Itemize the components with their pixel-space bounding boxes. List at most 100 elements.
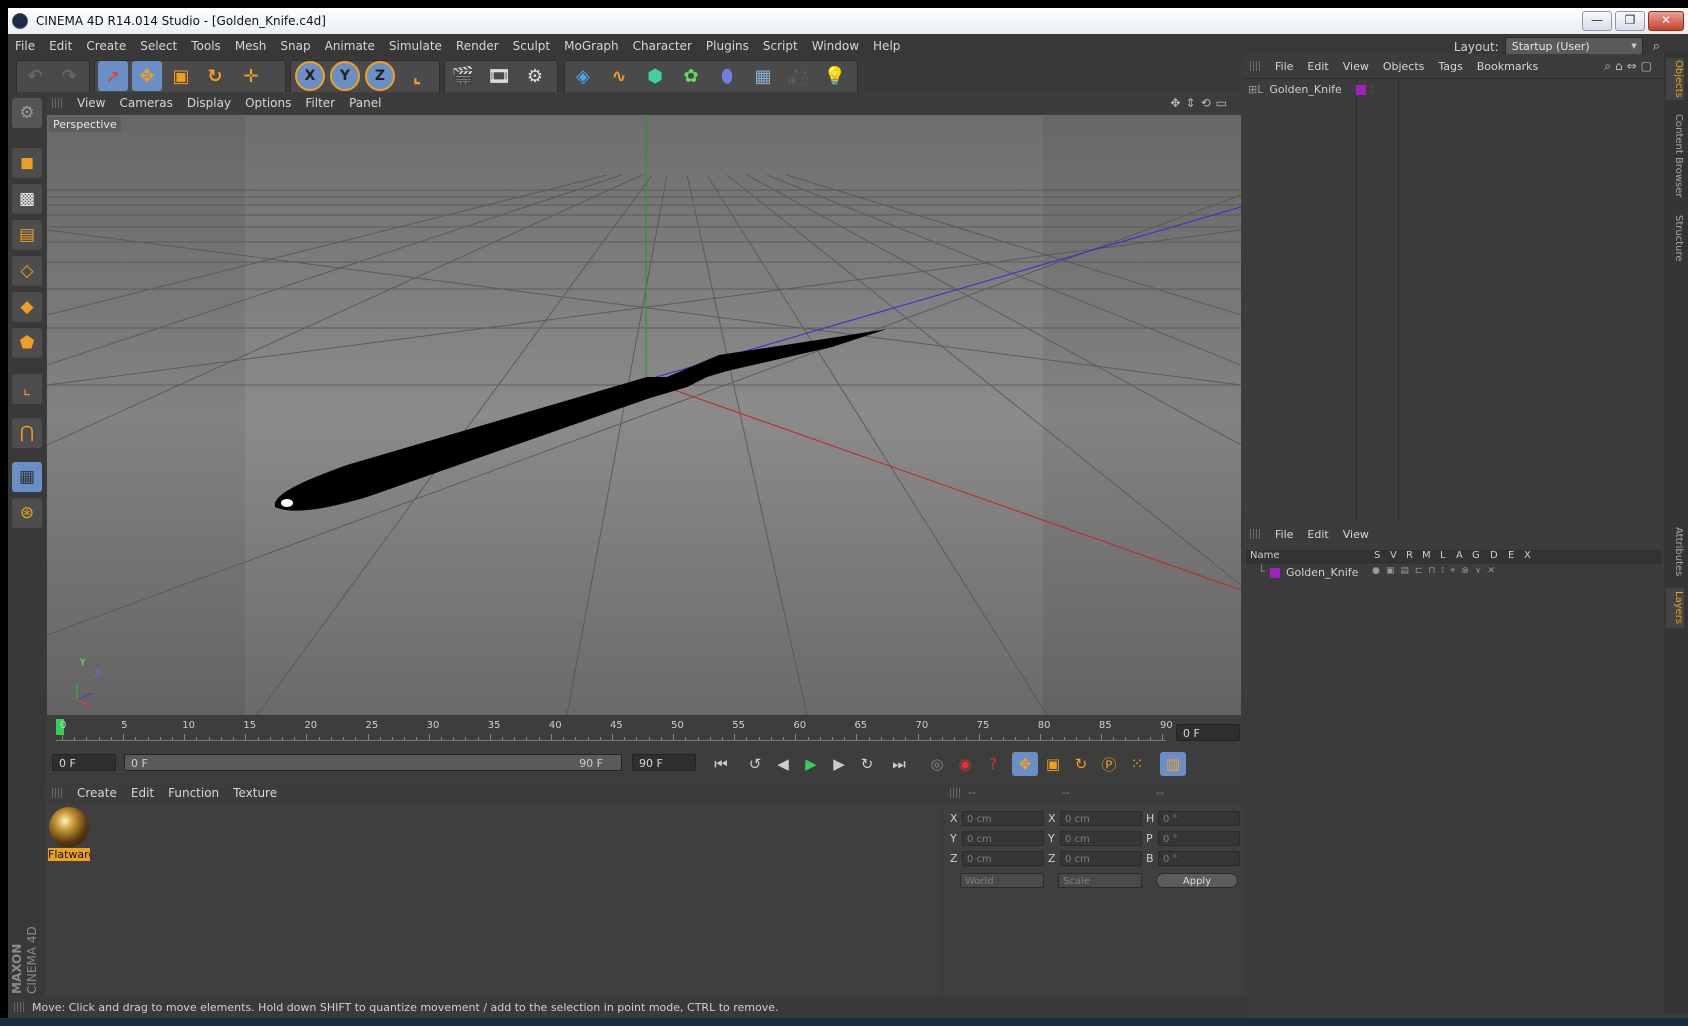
- next-frame-icon[interactable]: ▶: [826, 752, 852, 776]
- position-z-field[interactable]: 0 cm: [962, 851, 1044, 866]
- layer-col-solo[interactable]: S: [1374, 550, 1380, 561]
- key-pla-icon[interactable]: ⁙: [1124, 752, 1150, 776]
- panel-gripper-icon[interactable]: [1250, 529, 1260, 539]
- viewport-menu-options[interactable]: Options: [238, 96, 298, 110]
- close-button[interactable]: ✕: [1648, 11, 1684, 31]
- y-axis-lock-icon[interactable]: Y: [330, 61, 360, 91]
- current-frame-field[interactable]: 0 F: [1176, 724, 1240, 741]
- goto-end-icon[interactable]: ⏭: [886, 752, 912, 776]
- menu-plugins[interactable]: Plugins: [699, 39, 756, 53]
- min-frame-field[interactable]: 0 F: [52, 754, 116, 771]
- size-mode-select[interactable]: Scale: [1058, 873, 1142, 888]
- redo-icon[interactable]: ↷: [54, 61, 84, 91]
- tab-layers[interactable]: Layers: [1666, 588, 1684, 628]
- panel-gripper-icon[interactable]: [14, 1002, 24, 1012]
- objects-menu-file[interactable]: File: [1268, 60, 1300, 73]
- viewport-menu-cameras[interactable]: Cameras: [112, 96, 179, 110]
- key-parameter-icon[interactable]: Ⓟ: [1096, 752, 1122, 776]
- material-menu-texture[interactable]: Texture: [226, 786, 284, 800]
- objects-menu-tags[interactable]: Tags: [1431, 60, 1469, 73]
- size-z-field[interactable]: 0 cm: [1060, 851, 1142, 866]
- points-mode-icon[interactable]: ◇: [12, 256, 42, 286]
- timeline-window-icon[interactable]: ▥: [1160, 752, 1186, 776]
- layer-color-swatch[interactable]: [1270, 568, 1280, 578]
- play-icon[interactable]: ▶: [798, 752, 824, 776]
- minimize-button[interactable]: —: [1582, 11, 1612, 31]
- tab-content-browser[interactable]: Content Browser: [1666, 108, 1684, 204]
- move-icon[interactable]: ✥: [132, 61, 162, 91]
- undo-icon[interactable]: ↶: [20, 61, 50, 91]
- viewport-menu-filter[interactable]: Filter: [298, 96, 342, 110]
- frame-range-slider[interactable]: 0 F 90 F: [124, 754, 622, 771]
- menu-file[interactable]: File: [8, 39, 42, 53]
- axis-mode-icon[interactable]: ⌞: [12, 374, 42, 404]
- tab-objects[interactable]: Objects: [1666, 58, 1684, 100]
- material-menu-edit[interactable]: Edit: [124, 786, 161, 800]
- objects-menu-objects[interactable]: Objects: [1376, 60, 1432, 73]
- material-menu-create[interactable]: Create: [70, 786, 124, 800]
- tab-structure[interactable]: Structure: [1666, 212, 1684, 264]
- layer-col-animation[interactable]: A: [1456, 550, 1463, 561]
- menu-animate[interactable]: Animate: [318, 39, 382, 53]
- key-scale-icon[interactable]: ▣: [1040, 752, 1066, 776]
- menu-sculpt[interactable]: Sculpt: [506, 39, 557, 53]
- snap-magnet-icon[interactable]: ⋂: [12, 418, 42, 448]
- layer-row[interactable]: └ Golden_Knife ●▣▤⊏⊓⁞⌖⊗⋎✕: [1246, 565, 1662, 580]
- x-axis-lock-icon[interactable]: X: [295, 61, 325, 91]
- visibility-dots-icon[interactable]: ⁚: [1372, 85, 1375, 94]
- menu-help[interactable]: Help: [866, 39, 907, 53]
- objects-menu-view[interactable]: View: [1336, 60, 1376, 73]
- layer-col-locked[interactable]: L: [1440, 550, 1446, 561]
- menu-tools[interactable]: Tools: [184, 39, 228, 53]
- spline-icon[interactable]: ∿: [604, 61, 634, 91]
- golden-knife-model[interactable]: [275, 329, 887, 511]
- previous-frame-icon[interactable]: ◀: [770, 752, 796, 776]
- menu-simulate[interactable]: Simulate: [382, 39, 449, 53]
- rotation-p-field[interactable]: 0 °: [1158, 831, 1240, 846]
- model-mode-icon[interactable]: ◼: [12, 148, 42, 178]
- layer-col-deformers[interactable]: D: [1490, 550, 1498, 561]
- viewport-menu-view[interactable]: View: [70, 96, 112, 110]
- goto-next-key-icon[interactable]: ↻: [854, 752, 880, 776]
- menu-character[interactable]: Character: [626, 39, 699, 53]
- object-name[interactable]: Golden_Knife: [1269, 83, 1341, 96]
- panel-gripper-icon[interactable]: [1250, 61, 1260, 71]
- key-rotation-icon[interactable]: ↻: [1068, 752, 1094, 776]
- position-x-field[interactable]: 0 cm: [962, 811, 1044, 826]
- position-y-field[interactable]: 0 cm: [962, 831, 1044, 846]
- deformer-icon[interactable]: ⬮: [712, 61, 742, 91]
- viewport-navigation-icons[interactable]: ✥⇕⟲▭: [1170, 96, 1232, 110]
- record-keyframe-icon[interactable]: ◎: [924, 752, 950, 776]
- menu-edit[interactable]: Edit: [42, 39, 79, 53]
- layer-col-render[interactable]: R: [1406, 550, 1413, 561]
- menu-snap[interactable]: Snap: [273, 39, 317, 53]
- live-selection-icon[interactable]: ➚: [98, 61, 128, 91]
- layers-menu-view[interactable]: View: [1336, 528, 1376, 541]
- menu-mesh[interactable]: Mesh: [228, 39, 274, 53]
- layer-toggle-icons[interactable]: ●▣▤⊏⊓⁞⌖⊗⋎✕: [1372, 566, 1501, 576]
- coordinate-system-icon[interactable]: ⌞: [402, 61, 432, 91]
- material-item[interactable]: Flatware: [48, 806, 90, 864]
- size-x-field[interactable]: 0 cm: [1060, 811, 1142, 826]
- menu-create[interactable]: Create: [79, 39, 133, 53]
- apply-button[interactable]: Apply: [1156, 873, 1238, 888]
- maximize-button[interactable]: ❐: [1615, 11, 1645, 31]
- keyframe-selection-icon[interactable]: ?: [980, 752, 1006, 776]
- tab-attributes[interactable]: Attributes: [1666, 524, 1684, 580]
- light-icon[interactable]: 💡: [820, 61, 850, 91]
- layer-color-tag[interactable]: [1355, 84, 1366, 95]
- layer-col-generators[interactable]: G: [1472, 550, 1480, 561]
- rotation-h-field[interactable]: 0 °: [1158, 811, 1240, 826]
- render-settings-icon[interactable]: ⚙: [520, 61, 550, 91]
- layer-col-view[interactable]: V: [1390, 550, 1397, 561]
- render-view-icon[interactable]: 🎬: [448, 61, 478, 91]
- menu-script[interactable]: Script: [756, 39, 805, 53]
- layer-col-name[interactable]: Name: [1250, 550, 1280, 561]
- viewport-menu-display[interactable]: Display: [180, 96, 238, 110]
- panel-gripper-icon[interactable]: [950, 788, 960, 798]
- texture-mode-icon[interactable]: ▩: [12, 184, 42, 214]
- 3d-viewport[interactable]: [47, 115, 1241, 715]
- nurbs-icon[interactable]: ⬢: [640, 61, 670, 91]
- layer-col-manager[interactable]: M: [1422, 550, 1431, 561]
- size-y-field[interactable]: 0 cm: [1060, 831, 1142, 846]
